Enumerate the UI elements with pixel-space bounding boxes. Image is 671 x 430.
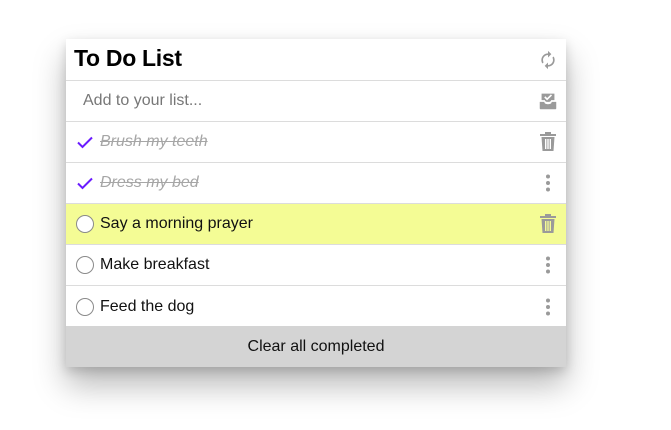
todo-item: Dress my bed (66, 163, 566, 204)
todo-item-label: Say a morning prayer (100, 215, 253, 232)
add-item-row (66, 81, 566, 122)
todo-card: To Do List Brush my teeth (66, 39, 566, 367)
todo-item-label: Feed the dog (100, 297, 195, 315)
checkbox-circle-icon[interactable] (75, 297, 95, 317)
more-vert-icon[interactable] (537, 172, 559, 194)
todo-item: Brush my teeth (66, 122, 566, 163)
clear-completed-button[interactable]: Clear all completed (66, 326, 566, 367)
check-icon[interactable] (75, 173, 95, 193)
check-icon[interactable] (75, 132, 95, 152)
trash-icon[interactable] (537, 131, 559, 153)
todo-item-label: Brush my teeth (100, 133, 208, 150)
page-title: To Do List (74, 45, 182, 71)
trash-icon[interactable] (537, 213, 559, 235)
add-item-input[interactable] (66, 81, 526, 121)
more-vert-icon[interactable] (537, 296, 559, 318)
checkbox-circle-icon[interactable] (75, 255, 95, 275)
todo-item: Say a morning prayer (66, 204, 566, 245)
todo-item: Feed the dog (66, 286, 566, 327)
header: To Do List (66, 39, 566, 81)
refresh-icon[interactable] (537, 49, 559, 71)
inbox-check-icon[interactable] (537, 90, 559, 112)
more-vert-icon[interactable] (537, 254, 559, 276)
checkbox-circle-icon[interactable] (75, 214, 95, 234)
todo-item: Make breakfast (66, 245, 566, 286)
todo-item-label: Dress my bed (100, 174, 199, 191)
todo-item-label: Make breakfast (100, 256, 210, 273)
